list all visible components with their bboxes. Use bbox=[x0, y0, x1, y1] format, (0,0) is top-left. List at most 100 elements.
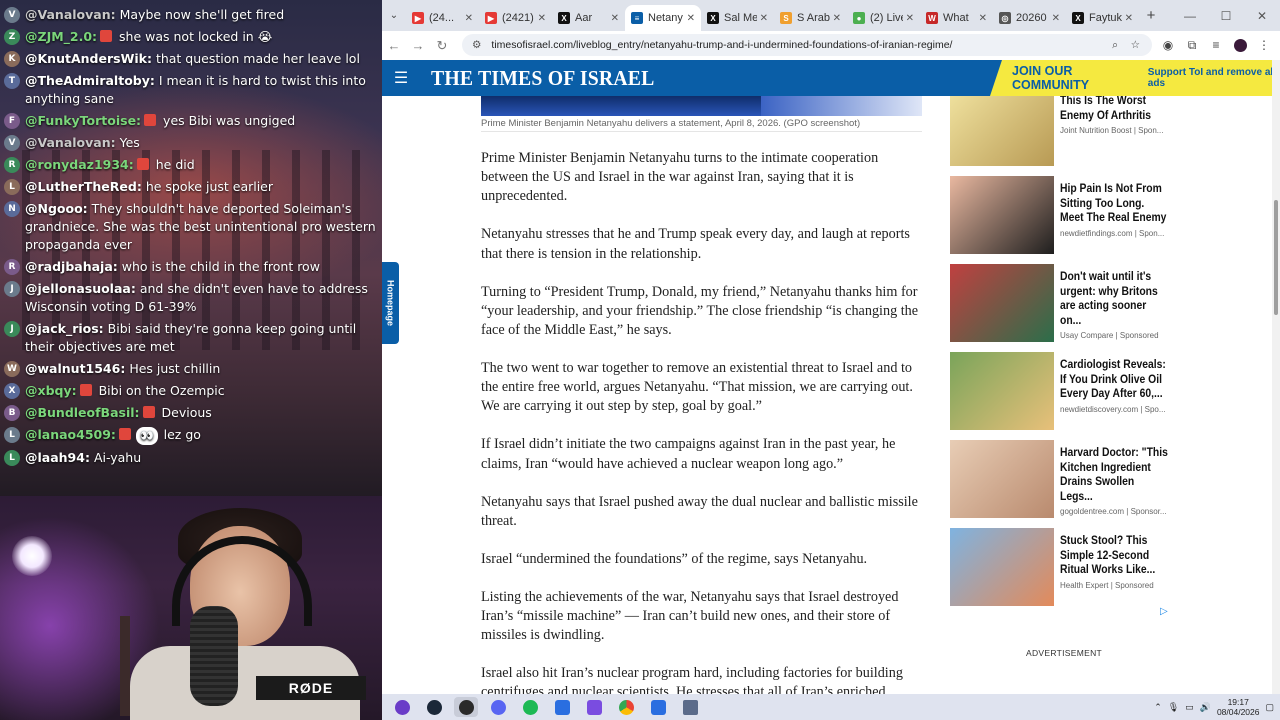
tab-close-icon[interactable]: ✕ bbox=[611, 13, 619, 24]
maximize-icon[interactable]: ☐ bbox=[1208, 9, 1244, 23]
ad-title[interactable]: Don't wait until it's urgent: why Briton… bbox=[1060, 270, 1168, 328]
join-community-banner[interactable]: JOIN OUR COMMUNITY Support ToI and remov… bbox=[990, 60, 1280, 96]
address-bar[interactable]: ⚙ timesofisrael.com/liveblog_entry/netan… bbox=[462, 34, 1152, 56]
chrome-icon[interactable] bbox=[614, 697, 638, 717]
notification-icon[interactable]: ▢ bbox=[1265, 702, 1274, 713]
spotify-icon[interactable] bbox=[518, 697, 542, 717]
forward-icon[interactable]: → bbox=[406, 38, 430, 53]
tab-close-icon[interactable]: ✕ bbox=[538, 13, 546, 24]
browser-tab[interactable]: X Sal Me ✕ bbox=[701, 5, 774, 31]
sponsored-ad[interactable]: Stuck Stool? This Simple 12-Second Ritua… bbox=[950, 528, 1170, 606]
ad-image[interactable] bbox=[950, 176, 1054, 254]
ad-title[interactable]: Cardiologist Reveals: If You Drink Olive… bbox=[1060, 358, 1168, 402]
page-content: Prime Minister Benjamin Netanyahu delive… bbox=[382, 96, 1280, 694]
site-info-icon[interactable]: ⚙ bbox=[472, 39, 481, 51]
browser-tab[interactable]: X Faytuk ✕ bbox=[1066, 5, 1139, 31]
browser-tab[interactable]: ▶ (2421) ✕ bbox=[479, 5, 552, 31]
discord-icon[interactable] bbox=[486, 697, 510, 717]
adchoices-icon[interactable]: ▷ bbox=[1160, 606, 1168, 617]
menu-kebab-icon[interactable]: ⋮ bbox=[1254, 35, 1274, 55]
browser-tab[interactable]: S S Arab ✕ bbox=[774, 5, 847, 31]
browser-tab[interactable]: W What ✕ bbox=[920, 5, 993, 31]
site-logo[interactable]: THE TIMES OF ISRAEL bbox=[431, 66, 655, 91]
zoom-icon[interactable]: ⌕ bbox=[1112, 39, 1118, 52]
ad-text: Stuck Stool? This Simple 12-Second Ritua… bbox=[1060, 528, 1168, 606]
chat-username[interactable]: @BundleofBasil: bbox=[25, 405, 140, 420]
chat-username[interactable]: @LutherTheRed: bbox=[25, 179, 142, 194]
chat-username[interactable]: @jellonasuolaa: bbox=[25, 281, 136, 296]
ad-title[interactable]: This Is The Worst Enemy Of Arthritis bbox=[1060, 96, 1168, 123]
chat-username[interactable]: @FunkyTortoise: bbox=[25, 113, 141, 128]
chat-username[interactable]: @ronydaz1934: bbox=[25, 157, 134, 172]
tab-label: Aar bbox=[575, 12, 593, 24]
ad-image[interactable] bbox=[950, 352, 1054, 430]
tab-close-icon[interactable]: ✕ bbox=[1052, 13, 1060, 24]
calculator-icon[interactable] bbox=[678, 697, 702, 717]
tab-close-icon[interactable]: ✕ bbox=[906, 13, 914, 24]
tab-search-icon[interactable]: ⌄ bbox=[382, 10, 406, 21]
new-tab-button[interactable]: + bbox=[1139, 7, 1163, 24]
browser-tab[interactable]: ▶ (24... ✕ bbox=[406, 5, 479, 31]
chat-username[interactable]: @Vanalovan: bbox=[25, 7, 116, 22]
ad-image[interactable] bbox=[950, 264, 1054, 342]
tab-close-icon[interactable]: ✕ bbox=[979, 13, 987, 24]
volume-icon[interactable]: 🔊 bbox=[1200, 702, 1211, 713]
hamburger-menu-icon[interactable]: ☰ bbox=[382, 68, 420, 88]
app-icon-blue[interactable] bbox=[550, 697, 574, 717]
back-icon[interactable]: ← bbox=[382, 38, 406, 53]
ad-image[interactable] bbox=[950, 440, 1054, 518]
sponsored-ad[interactable]: Hip Pain Is Not From Sitting Too Long. M… bbox=[950, 176, 1170, 254]
obs-icon[interactable] bbox=[454, 697, 478, 717]
chat-username[interactable]: @Vanalovan: bbox=[25, 135, 116, 150]
ad-title[interactable]: Stuck Stool? This Simple 12-Second Ritua… bbox=[1060, 534, 1168, 578]
media-queue-icon[interactable]: ≡ bbox=[1206, 35, 1226, 55]
reload-icon[interactable]: ↻ bbox=[430, 38, 454, 54]
chat-username[interactable]: @walnut1546: bbox=[25, 361, 125, 376]
tab-close-icon[interactable]: ✕ bbox=[833, 13, 841, 24]
scrollbar-thumb[interactable] bbox=[1274, 200, 1278, 315]
sponsored-ad[interactable]: Cardiologist Reveals: If You Drink Olive… bbox=[950, 352, 1170, 430]
chat-username[interactable]: @laah94: bbox=[25, 450, 90, 465]
steam-icon[interactable] bbox=[422, 697, 446, 717]
scrollbar[interactable] bbox=[1272, 60, 1280, 694]
clock[interactable]: 19:17 08/04/2026 bbox=[1217, 697, 1260, 717]
network-icon[interactable]: ▭ bbox=[1185, 702, 1194, 713]
minimize-icon[interactable]: — bbox=[1172, 9, 1208, 23]
chat-username[interactable]: @jack_rios: bbox=[25, 321, 104, 336]
ad-title[interactable]: Harvard Doctor: "This Kitchen Ingredient… bbox=[1060, 446, 1168, 504]
chat-username[interactable]: @xbqy: bbox=[25, 383, 77, 398]
ad-image[interactable] bbox=[950, 96, 1054, 166]
browser-tab[interactable]: ◎ 20260 ✕ bbox=[993, 5, 1066, 31]
microphone-tray-icon[interactable]: 🎙 bbox=[1168, 702, 1179, 713]
profile-avatar[interactable] bbox=[1230, 35, 1250, 55]
sponsored-ad[interactable]: Don't wait until it's urgent: why Briton… bbox=[950, 264, 1170, 342]
bookmark-star-icon[interactable]: ☆ bbox=[1131, 39, 1140, 51]
app-launcher-icon[interactable] bbox=[390, 697, 414, 717]
chat-username[interactable]: @radjbahaja: bbox=[25, 259, 118, 274]
ad-title[interactable]: Hip Pain Is Not From Sitting Too Long. M… bbox=[1060, 182, 1168, 226]
ad-image[interactable] bbox=[950, 528, 1054, 606]
chat-username[interactable]: @lanao4509: bbox=[25, 427, 116, 442]
sponsored-ad[interactable]: Harvard Doctor: "This Kitchen Ingredient… bbox=[950, 440, 1170, 518]
tab-close-icon[interactable]: ✕ bbox=[687, 13, 695, 24]
chat-username[interactable]: @Ngooo: bbox=[25, 201, 88, 216]
tray-chevron-icon[interactable]: ⌃ bbox=[1154, 702, 1162, 713]
browser-tab[interactable]: ≡ Netany ✕ bbox=[625, 5, 701, 31]
chat-username[interactable]: @KnutAndersWik: bbox=[25, 51, 152, 66]
browser-tab[interactable]: X Aar ✕ bbox=[552, 5, 625, 31]
app-icon-purple[interactable] bbox=[582, 697, 606, 717]
chat-username[interactable]: @ZJM_2.0: bbox=[25, 29, 97, 44]
tab-close-icon[interactable]: ✕ bbox=[760, 13, 768, 24]
extensions-puzzle-icon[interactable]: ⧉ bbox=[1182, 35, 1202, 55]
tab-close-icon[interactable]: ✕ bbox=[465, 13, 473, 24]
tab-close-icon[interactable]: ✕ bbox=[1125, 13, 1133, 24]
article-paragraph: The two went to war together to remove a… bbox=[481, 360, 913, 415]
homepage-side-tab[interactable]: Homepage bbox=[382, 262, 399, 344]
ad-source: newdietdiscovery.com | Spo... bbox=[1060, 404, 1166, 414]
sponsored-ad[interactable]: This Is The Worst Enemy Of Arthritis Join… bbox=[950, 96, 1170, 166]
extension-icon[interactable]: ◉ bbox=[1158, 35, 1178, 55]
close-window-icon[interactable]: ✕ bbox=[1244, 9, 1280, 23]
app-icon-blue-2[interactable] bbox=[646, 697, 670, 717]
chat-username[interactable]: @TheAdmiraltoby: bbox=[25, 73, 155, 88]
browser-tab[interactable]: ● (2) Live✕ bbox=[847, 5, 920, 31]
